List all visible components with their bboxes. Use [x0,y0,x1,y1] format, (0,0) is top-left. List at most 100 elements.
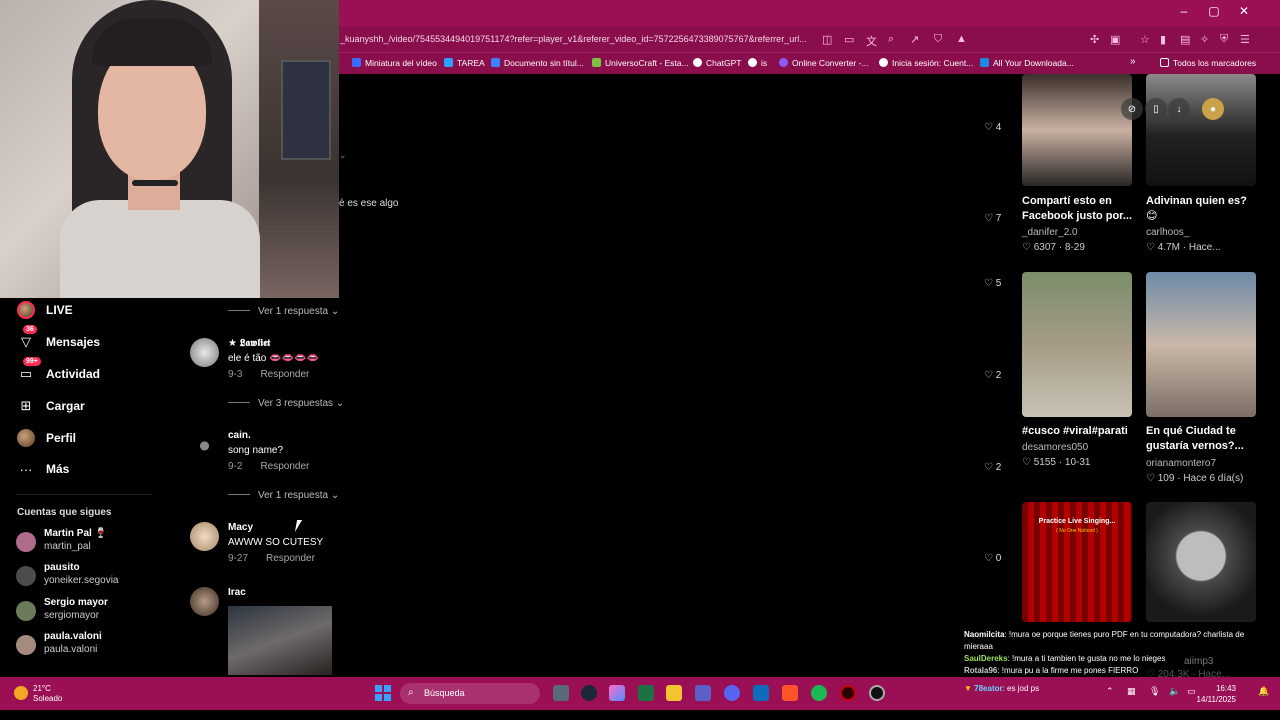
nav-live[interactable]: LIVE [17,299,73,321]
video-thumbnail[interactable] [1022,74,1132,186]
streamer-body [60,200,260,298]
bookmarks-overflow-button[interactable]: » [1130,56,1136,67]
brave-rewards-icon[interactable]: ▲ [956,33,967,45]
bookmark-item[interactable]: Documento sin títul... [491,58,584,68]
like-count[interactable]: ♡ 2 [984,462,1001,473]
view-replies-button[interactable]: Ver 1 respuesta ⌄ [228,490,339,501]
avatar[interactable] [190,430,219,459]
like-count[interactable]: ♡ 5 [984,278,1001,289]
bookmark-icon[interactable]: ☆ [1140,33,1150,46]
volume-icon[interactable]: 🔈 [1169,686,1180,697]
wallet-icon[interactable]: ▣ [1110,33,1120,46]
clock[interactable]: 16:43 14/11/2025 [1197,683,1236,705]
notifications-icon[interactable]: 🔔 [1258,686,1269,697]
weather-description[interactable]: Soleado [33,694,62,703]
steam-icon[interactable] [581,685,597,701]
comment-username[interactable]: Macy [228,522,253,533]
task-view-icon[interactable] [553,685,569,701]
close-window-button[interactable]: ✕ [1229,4,1259,18]
avatar[interactable] [190,522,219,551]
vpn-icon[interactable]: ⛨ [1220,33,1228,46]
file-explorer-icon[interactable] [666,685,682,701]
nav-messages[interactable]: ▽ 36 Mensajes [17,325,100,353]
outlook-icon[interactable] [753,685,769,701]
nav-profile[interactable]: Perfil [17,427,76,449]
video-author[interactable]: desamores050 [1022,442,1088,453]
bookmark-item[interactable]: All Your Downloada... [980,58,1074,68]
bookmark-item[interactable]: UniversoCraft - Esta... [592,58,689,68]
bookmark-item[interactable]: ChatGPT [693,58,741,68]
mobile-view-icon[interactable]: ▯ [1145,98,1167,120]
bookmark-item[interactable]: Miniatura del vídeo [352,58,437,68]
like-count[interactable]: ♡ 4 [984,122,1001,133]
video-thumbnail[interactable] [1146,272,1256,417]
video-author[interactable]: _danifer_2.0 [1022,227,1078,238]
avatar[interactable] [190,338,219,367]
like-count[interactable]: ♡ 7 [984,213,1001,224]
network-icon[interactable]: ▦ [1127,686,1136,697]
view-replies-button[interactable]: Ver 1 respuesta ⌄ [228,306,339,317]
nav-activity[interactable]: ▭ 99+ Actividad [17,357,100,385]
download-icon[interactable]: ↓ [1168,98,1190,120]
avatar[interactable] [190,587,219,616]
discord-icon[interactable] [724,685,740,701]
reply-button[interactable]: Responder [260,369,309,380]
reply-button[interactable]: Responder [266,553,315,564]
bookmark-item[interactable]: Online Converter -... [779,58,869,68]
video-title[interactable]: #cusco #viral#parati [1022,424,1134,439]
extensions-icon[interactable]: ✣ [1090,33,1099,46]
like-count[interactable]: ♡ 2 [984,370,1001,381]
reader-mode-icon[interactable]: ◫ [822,33,832,46]
weather-sun-icon[interactable] [14,686,28,700]
excel-icon[interactable] [638,685,654,701]
weather-temperature[interactable]: 21°C [33,684,51,693]
bookmark-item[interactable]: Inicia sesión: Cuent... [879,58,973,68]
microphone-icon[interactable]: 🎙 [1149,686,1160,697]
video-thumbnail[interactable] [1146,74,1256,186]
comment-username[interactable]: cain. [228,430,251,441]
bookmark-item[interactable]: is [748,58,767,68]
maximize-button[interactable]: ▢ [1199,4,1229,18]
video-title[interactable]: Compartí esto en Facebook justo por... [1022,194,1134,224]
cast-icon[interactable]: ▭ [844,33,854,46]
taskbar-search[interactable]: ⌕ Búsqueda [400,683,540,704]
video-title[interactable]: En qué Ciudad te gustaría vernos?... [1146,424,1258,454]
comment-gif[interactable] [228,606,332,675]
zoom-icon[interactable]: ⌕ [888,33,894,46]
teams-icon[interactable] [695,685,711,701]
obs-icon[interactable] [869,685,885,701]
picture-in-picture-icon[interactable]: ⊘ [1121,98,1143,120]
comment-username[interactable]: ★ 𝕷𝖆𝖜𝖑𝖎𝖊𝖙 [228,338,270,349]
video-thumbnail[interactable] [1022,272,1132,417]
copilot-icon[interactable] [609,685,625,701]
translate-icon[interactable]: 文 [866,33,877,49]
chevron-up-icon[interactable]: ⌃ [1106,686,1114,697]
battery-icon[interactable]: ▭ [1187,686,1196,697]
video-thumbnail[interactable] [1146,502,1256,622]
leo-icon[interactable]: ✧ [1200,33,1209,46]
url-text[interactable]: _kuanyshh_/video/7545534494019751174?ref… [340,34,807,44]
menu-icon[interactable]: ☰ [1240,33,1250,46]
like-count[interactable]: ♡ 0 [984,553,1001,564]
video-author[interactable]: orianamontero7 [1146,458,1216,469]
windows-start-icon[interactable] [375,685,391,701]
brave-browser-icon[interactable] [782,685,798,701]
video-thumbnail[interactable]: Practice Live Singing... ( No One Notice… [1022,502,1132,622]
view-replies-button[interactable]: Ver 3 respuestas ⌄ [228,398,344,409]
media-app-icon[interactable] [840,685,856,701]
comment-username[interactable]: Irac [228,587,246,598]
tab-search-icon[interactable]: ▤ [1180,33,1190,46]
nav-more[interactable]: ··· Más [17,458,70,480]
video-title[interactable]: Adivinan quien es? 😊 [1146,194,1258,224]
share-icon[interactable]: ↗ [910,33,919,46]
sidebar-icon[interactable]: ▮ [1160,33,1166,46]
extension-avatar-icon[interactable]: ● [1202,98,1224,120]
nav-upload[interactable]: ⊞ Cargar [17,395,85,417]
brave-shield-icon[interactable]: ⛉ [934,33,942,46]
reply-button[interactable]: Responder [260,461,309,472]
bookmark-item[interactable]: TAREA [444,58,485,68]
spotify-icon[interactable] [811,685,827,701]
video-author[interactable]: carlhoos_ [1146,227,1189,238]
minimize-button[interactable]: – [1169,4,1199,18]
all-bookmarks-button[interactable]: Todos los marcadores [1160,58,1256,68]
